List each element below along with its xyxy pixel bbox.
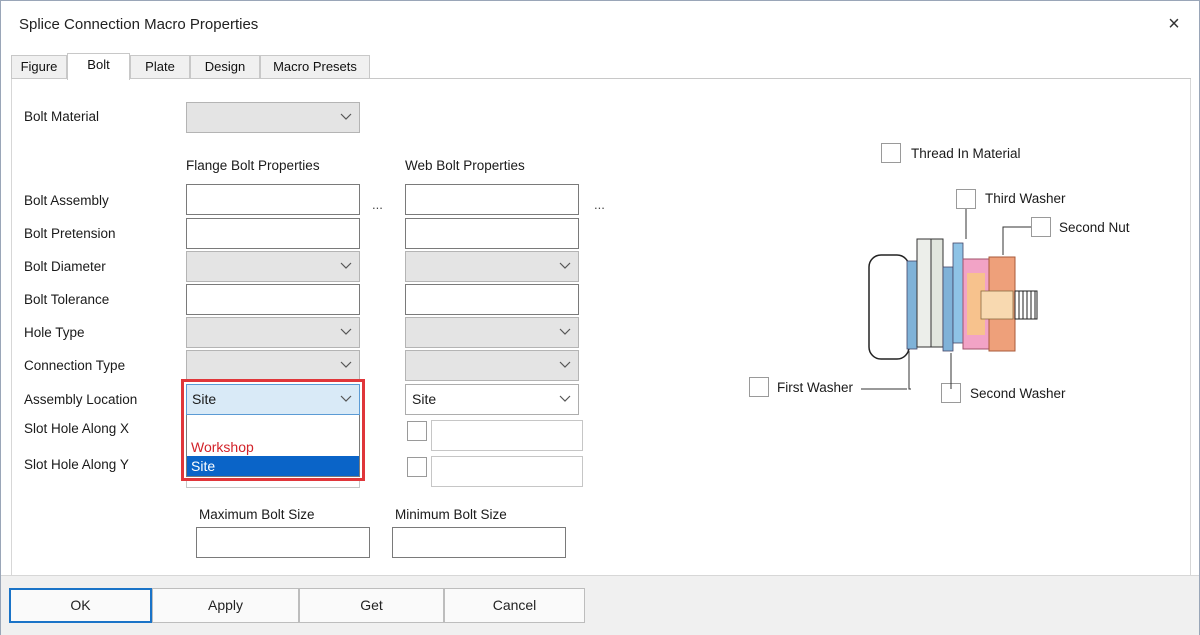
web-slot-hole-x-checkbox[interactable]: [407, 421, 427, 441]
chevron-down-icon: [559, 328, 571, 335]
flange-bolt-pretension-input[interactable]: [186, 218, 360, 249]
window-title: Splice Connection Macro Properties: [19, 16, 259, 33]
flange-bolt-assembly-browse[interactable]: ...: [372, 197, 383, 212]
tab-macro-presets[interactable]: Macro Presets: [260, 55, 370, 79]
web-bolt-diameter-select[interactable]: [405, 251, 579, 282]
bolt-assembly-label: Bolt Assembly: [24, 193, 109, 208]
flange-hole-type-select[interactable]: [186, 317, 360, 348]
chevron-down-icon: [559, 262, 571, 269]
web-bolt-assembly-input[interactable]: [405, 184, 579, 215]
title-bar: Splice Connection Macro Properties ×: [1, 1, 1199, 47]
flange-assembly-location-select[interactable]: Site: [186, 384, 360, 415]
tab-bolt[interactable]: Bolt: [67, 53, 130, 80]
bolt-assembly-diagram: Thread In Material Third Washer Second N…: [741, 131, 1161, 411]
chevron-down-icon: [340, 395, 352, 402]
apply-button[interactable]: Apply: [152, 588, 299, 623]
cancel-button[interactable]: Cancel: [444, 588, 585, 623]
flange-bolt-assembly-input[interactable]: [186, 184, 360, 215]
bolt-tolerance-label: Bolt Tolerance: [24, 292, 110, 307]
slot-hole-x-label: Slot Hole Along X: [24, 421, 130, 436]
web-assembly-location-value: Site: [412, 391, 437, 407]
tab-design[interactable]: Design: [190, 55, 260, 79]
web-column-header: Web Bolt Properties: [405, 158, 525, 173]
max-bolt-size-label: Maximum Bolt Size: [199, 507, 315, 522]
option-site[interactable]: Site: [187, 456, 359, 476]
web-bolt-pretension-input[interactable]: [405, 218, 579, 249]
hole-type-label: Hole Type: [24, 325, 85, 340]
chevron-down-icon: [559, 395, 571, 402]
ok-button[interactable]: OK: [9, 588, 152, 623]
chevron-down-icon: [340, 361, 352, 368]
chevron-down-icon: [340, 113, 352, 120]
chevron-down-icon: [559, 361, 571, 368]
flange-assembly-location-value: Site: [192, 391, 217, 407]
bolt-diameter-label: Bolt Diameter: [24, 259, 106, 274]
flange-bolt-diameter-select[interactable]: [186, 251, 360, 282]
min-bolt-size-label: Minimum Bolt Size: [395, 507, 507, 522]
assembly-location-options: Workshop Site: [186, 415, 360, 477]
web-connection-type-select[interactable]: [405, 350, 579, 381]
bolt-material-select[interactable]: [186, 102, 360, 133]
flange-connection-type-select[interactable]: [186, 350, 360, 381]
connection-type-label: Connection Type: [24, 358, 126, 373]
bolt-drawing-icon: [861, 209, 1038, 390]
flange-bolt-tolerance-input[interactable]: [186, 284, 360, 315]
properties-dialog: Splice Connection Macro Properties × Fig…: [0, 0, 1200, 635]
flange-assembly-location-dropdown: Site Workshop Site: [181, 379, 365, 481]
web-assembly-location-select[interactable]: Site: [405, 384, 579, 415]
bolt-material-label: Bolt Material: [24, 109, 100, 124]
web-hole-type-select[interactable]: [405, 317, 579, 348]
web-slot-hole-y-checkbox[interactable]: [407, 457, 427, 477]
chevron-down-icon: [340, 262, 352, 269]
web-bolt-tolerance-input[interactable]: [405, 284, 579, 315]
option-workshop[interactable]: Workshop: [187, 437, 359, 457]
chevron-down-icon: [340, 328, 352, 335]
max-bolt-size-input[interactable]: [196, 527, 370, 558]
web-bolt-assembly-browse[interactable]: ...: [594, 197, 605, 212]
tab-figure[interactable]: Figure: [11, 55, 67, 79]
web-slot-hole-x-input[interactable]: [431, 420, 583, 451]
get-button[interactable]: Get: [299, 588, 444, 623]
web-slot-hole-y-input[interactable]: [431, 456, 583, 487]
bolt-pretension-label: Bolt Pretension: [24, 226, 116, 241]
flange-column-header: Flange Bolt Properties: [186, 158, 320, 173]
close-button[interactable]: ×: [1149, 1, 1199, 47]
tab-strip: Figure Bolt Plate Design Macro Presets: [11, 53, 1191, 80]
min-bolt-size-input[interactable]: [392, 527, 566, 558]
slot-hole-y-label: Slot Hole Along Y: [24, 457, 129, 472]
assembly-location-label: Assembly Location: [24, 392, 138, 407]
tab-plate[interactable]: Plate: [130, 55, 190, 79]
button-bar: OK Apply Get Cancel: [1, 575, 1199, 635]
